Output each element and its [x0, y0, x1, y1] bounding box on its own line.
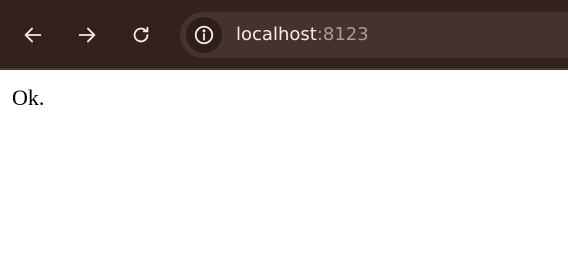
- reload-icon: [133, 26, 149, 43]
- arrow-right-icon: [78, 27, 96, 43]
- address-bar[interactable]: localhost:8123: [180, 12, 568, 58]
- page-content: Ok.: [0, 72, 568, 260]
- arrow-left-icon: [24, 27, 42, 43]
- forward-button[interactable]: [71, 19, 103, 51]
- page-body-text: Ok.: [12, 85, 45, 110]
- url-host: localhost: [236, 24, 317, 45]
- back-button[interactable]: [17, 19, 49, 51]
- site-info-button[interactable]: [186, 17, 222, 53]
- info-circle-icon: [194, 25, 214, 45]
- url-port: :8123: [316, 24, 369, 45]
- reload-button[interactable]: [125, 19, 157, 51]
- browser-toolbar: localhost:8123: [0, 0, 568, 70]
- url-text[interactable]: localhost:8123: [236, 24, 369, 46]
